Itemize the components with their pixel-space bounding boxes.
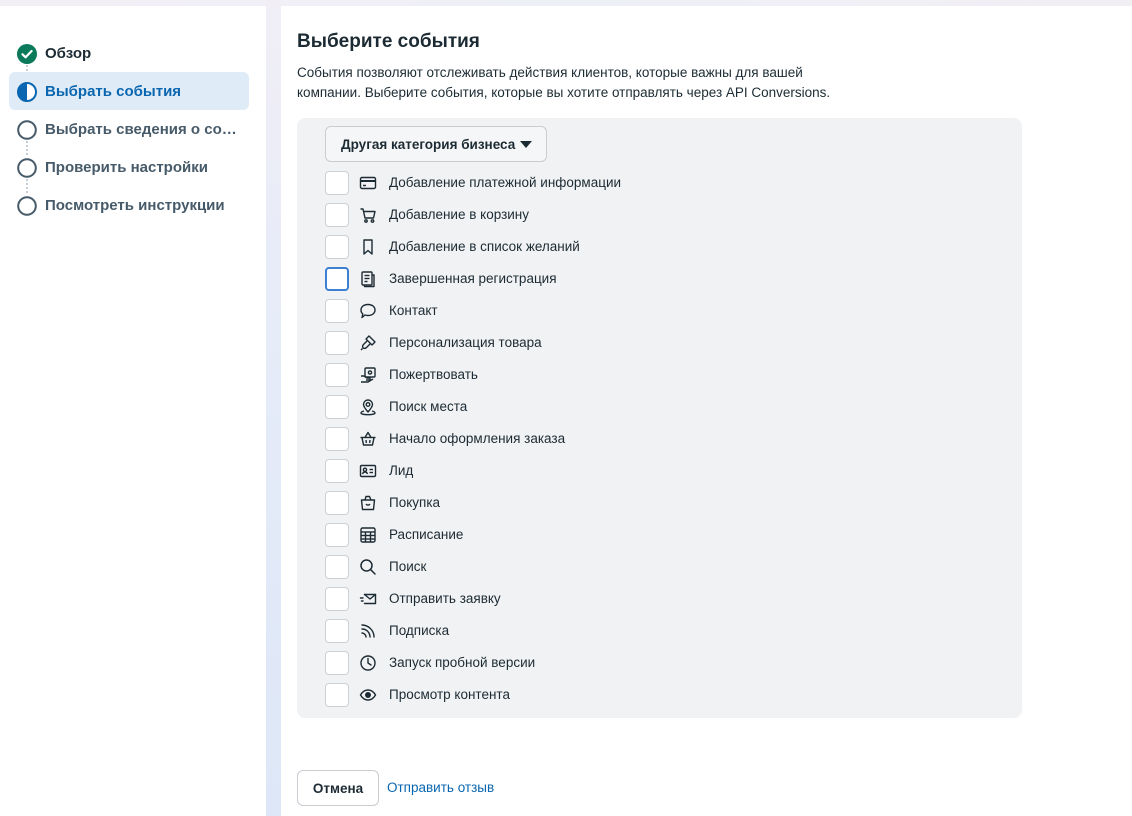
shopping-bag-icon <box>358 493 378 513</box>
event-label: Запуск пробной версии <box>389 655 536 670</box>
page-description: События позволяют отслеживать действия к… <box>297 65 831 100</box>
sidebar: Обзор Выбрать события Выбрать сведения о… <box>0 6 266 816</box>
event-row: Запуск пробной версии <box>325 647 535 679</box>
clock-icon <box>358 653 378 673</box>
caret-down-icon <box>520 141 532 148</box>
event-label: Начало оформления заказа <box>389 431 566 446</box>
event-checkbox[interactable] <box>325 427 349 451</box>
step-overview[interactable]: Обзор <box>9 34 249 79</box>
step-label: Посмотреть инструкции <box>45 196 225 214</box>
event-checkbox[interactable] <box>325 523 349 547</box>
event-label: Завершенная регистрация <box>389 271 557 286</box>
event-row: Контакт <box>325 295 438 327</box>
event-checkbox[interactable] <box>325 331 349 355</box>
event-row: Персонализация товара <box>325 327 542 359</box>
event-checkbox[interactable] <box>325 619 349 643</box>
event-checkbox[interactable] <box>325 555 349 579</box>
event-row: Добавление платежной информации <box>325 167 621 199</box>
event-checkbox[interactable] <box>325 235 349 259</box>
event-label: Лид <box>389 463 414 478</box>
location-pin-icon <box>358 397 378 417</box>
event-label: Добавление платежной информации <box>389 175 622 190</box>
event-row: Лид <box>325 455 413 487</box>
dropdown-value: Другая категория бизнеса <box>341 136 516 152</box>
send-feedback-link[interactable]: Отправить отзыв <box>387 780 494 795</box>
search-icon <box>358 557 378 577</box>
event-checkbox[interactable] <box>325 587 349 611</box>
event-checkbox[interactable] <box>325 267 349 291</box>
events-panel: Другая категория бизнеса Добавление плат… <box>297 118 1022 718</box>
event-checkbox[interactable] <box>325 459 349 483</box>
event-row: Добавление в список желаний <box>325 231 580 263</box>
send-envelope-icon <box>358 589 378 609</box>
bookmark-icon <box>358 237 378 257</box>
step-select-events[interactable]: Выбрать события <box>9 72 249 110</box>
page-title: Выберите события <box>297 31 480 52</box>
event-label: Отправить заявку <box>389 591 501 606</box>
event-label: Расписание <box>389 527 464 542</box>
paintbrush-icon <box>358 333 378 353</box>
event-row: Завершенная регистрация <box>325 263 557 295</box>
calendar-grid-icon <box>358 525 378 545</box>
step-review-settings[interactable]: Проверить настройки <box>9 148 249 193</box>
credit-card-icon <box>358 173 378 193</box>
step-view-instructions[interactable]: Посмотреть инструкции <box>9 186 249 224</box>
event-checkbox[interactable] <box>325 299 349 323</box>
event-row: Просмотр контента <box>325 679 510 711</box>
chat-bubble-icon <box>358 301 378 321</box>
event-row: Подписка <box>325 615 449 647</box>
registration-form-icon <box>358 269 378 289</box>
event-row: Расписание <box>325 519 463 551</box>
event-label: Поиск <box>389 559 427 574</box>
event-label: Поиск места <box>389 399 468 414</box>
check-circle-icon <box>17 44 37 64</box>
event-checkbox[interactable] <box>325 395 349 419</box>
empty-circle-icon <box>17 120 37 140</box>
event-checkbox[interactable] <box>325 171 349 195</box>
empty-circle-icon <box>17 158 37 178</box>
step-label: Выбрать события <box>45 82 182 100</box>
event-label: Пожертвовать <box>389 367 478 382</box>
event-label: Просмотр контента <box>389 687 510 702</box>
event-checkbox[interactable] <box>325 651 349 675</box>
event-label: Подписка <box>389 623 450 638</box>
cancel-button[interactable]: Отмена <box>297 770 379 806</box>
step-select-event-details[interactable]: Выбрать сведения о событиях <box>9 110 249 155</box>
event-checkbox[interactable] <box>325 203 349 227</box>
event-row: Начало оформления заказа <box>325 423 565 455</box>
step-label: Проверить настройки <box>45 158 208 176</box>
event-label: Покупка <box>389 495 441 510</box>
main-content: Выберите события События позволяют отсле… <box>297 0 1127 816</box>
event-row: Добавление в корзину <box>325 199 529 231</box>
step-label: Выбрать сведения о событиях <box>45 120 241 138</box>
rss-icon <box>358 621 378 641</box>
divider-band <box>266 0 281 816</box>
half-circle-icon <box>17 82 37 102</box>
cart-icon <box>358 205 378 225</box>
event-row: Покупка <box>325 487 440 519</box>
event-row: Поиск места <box>325 391 467 423</box>
step-label: Обзор <box>45 44 92 62</box>
event-checkbox[interactable] <box>325 491 349 515</box>
contact-card-icon <box>358 461 378 481</box>
event-row: Отправить заявку <box>325 583 501 615</box>
event-row: Поиск <box>325 551 426 583</box>
event-checkbox[interactable] <box>325 363 349 387</box>
event-label: Контакт <box>389 303 438 318</box>
event-row: Пожертвовать <box>325 359 478 391</box>
events-list: Добавление платежной информации Добавлен… <box>325 167 621 711</box>
event-checkbox[interactable] <box>325 683 349 707</box>
event-label: Персонализация товара <box>389 335 542 350</box>
business-category-dropdown[interactable]: Другая категория бизнеса <box>325 126 547 162</box>
stepper: Обзор Выбрать события Выбрать сведения о… <box>9 34 249 224</box>
eye-icon <box>358 685 378 705</box>
event-label: Добавление в список желаний <box>389 239 580 254</box>
event-label: Добавление в корзину <box>389 207 530 222</box>
basket-icon <box>358 429 378 449</box>
donate-icon <box>358 365 378 385</box>
empty-circle-icon <box>17 196 37 216</box>
